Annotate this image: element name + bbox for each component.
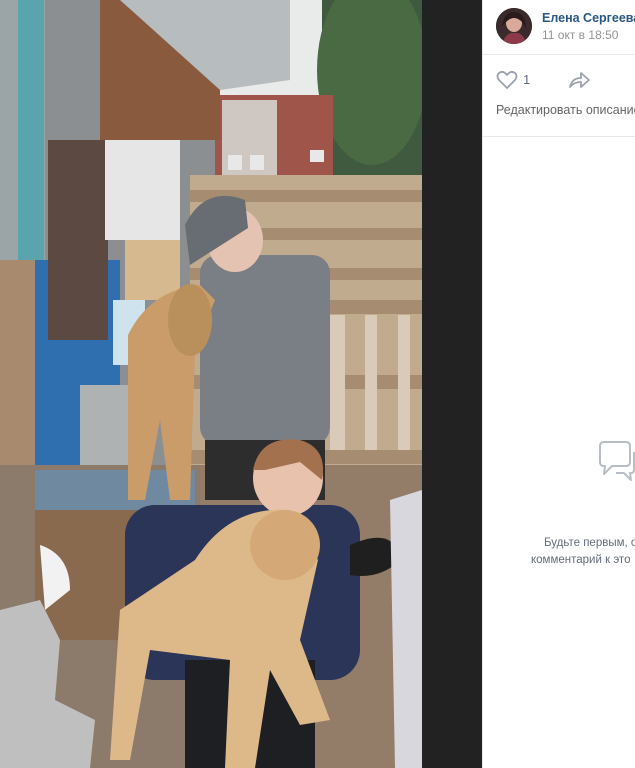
post-sidebar: Елена Сергеева 11 окт в 18:50 1 Редактир… — [482, 0, 635, 768]
sidebar-divider — [482, 0, 483, 768]
header-divider — [482, 54, 635, 55]
post-date[interactable]: 11 окт в 18:50 — [542, 28, 618, 42]
empty-comments-text-line2: комментарий к это — [531, 554, 631, 566]
post-photo[interactable] — [0, 0, 422, 768]
edit-description-link[interactable]: Редактировать описание — [496, 103, 635, 117]
like-count: 1 — [523, 72, 531, 87]
share-arrow-icon[interactable] — [568, 70, 590, 90]
avatar[interactable] — [496, 8, 532, 44]
empty-comments-text-line1: Будьте первым, о — [544, 537, 635, 549]
post-header: Елена Сергеева 11 окт в 18:50 — [482, 0, 635, 56]
heart-icon[interactable] — [496, 70, 518, 90]
photo-viewer — [0, 0, 482, 768]
actions-divider — [482, 136, 635, 137]
comment-bubbles-icon — [596, 440, 635, 484]
viewer-gap — [422, 0, 482, 768]
post-actions: 1 — [496, 70, 616, 90]
author-name[interactable]: Елена Сергеева — [542, 11, 635, 25]
